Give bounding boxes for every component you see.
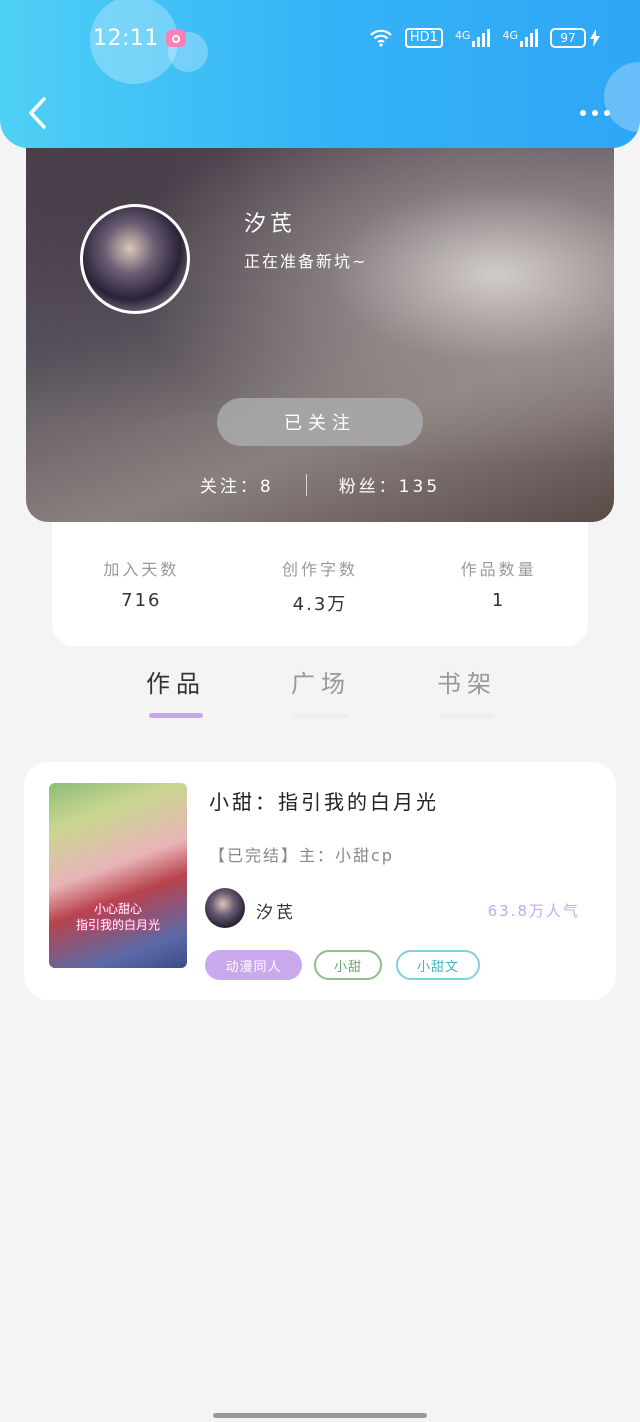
status-icons: HD1 4G 4G 97 [369, 28, 600, 48]
avatar[interactable] [80, 204, 190, 314]
tab-bar: 作品 广场 书架 [0, 664, 640, 734]
tab-underline [149, 713, 203, 718]
stat-value: 1 [491, 590, 506, 611]
followers-count[interactable]: 粉丝：135 [339, 472, 440, 497]
status-time: 12:11 [93, 26, 159, 51]
signal-label: 4G [454, 29, 471, 42]
more-dots-icon[interactable] [580, 110, 610, 116]
decor-bubble [604, 62, 640, 132]
stats-card: 加入天数 716 创作字数 4.3万 作品数量 1 [52, 520, 588, 646]
tab-label: 作品 [146, 670, 206, 698]
stat-value: 4.3万 [292, 594, 348, 615]
stat-label: 作品数量 [460, 560, 537, 579]
home-indicator[interactable] [213, 1413, 427, 1418]
stat-label: 创作字数 [281, 560, 358, 579]
work-cover-image[interactable]: 小心甜心 指引我的白月光 [49, 783, 187, 968]
following-count[interactable]: 关注：8 [200, 472, 274, 497]
stat-join-days: 加入天数 716 [103, 556, 179, 611]
tag-xiaotian-wen[interactable]: 小甜文 [396, 950, 480, 980]
divider [305, 473, 307, 496]
tab-label: 广场 [291, 670, 351, 698]
work-meta: 【已完结】主：小甜cp [209, 846, 394, 865]
stat-word-count: 创作字数 4.3万 [282, 556, 358, 616]
hd-indicator: HD1 [404, 28, 443, 48]
tag-xiaotian[interactable]: 小甜 [314, 950, 382, 980]
follow-button[interactable]: 已关注 [217, 398, 423, 446]
author-avatar[interactable] [205, 888, 245, 928]
signal-2: 4G [502, 29, 538, 47]
tab-square[interactable]: 广场 [281, 664, 361, 718]
user-bio: 正在准备新坑~ [244, 252, 368, 271]
signal-1: 4G [455, 29, 491, 47]
battery-icon: 97 [550, 28, 586, 48]
tab-works[interactable]: 作品 [136, 664, 216, 718]
work-card[interactable]: 小心甜心 指引我的白月光 小甜：指引我的白月光 【已完结】主：小甜cp 汐芪 6… [24, 762, 616, 1000]
popularity-count: 63.8万人气 [487, 902, 580, 920]
work-title[interactable]: 小甜：指引我的白月光 [209, 786, 439, 815]
wifi-icon [370, 29, 392, 47]
tab-underline [440, 713, 494, 718]
signal-label: 4G [502, 29, 518, 42]
author-name[interactable]: 汐芪 [256, 898, 296, 923]
signal-bars-icon [472, 29, 491, 47]
top-header: 12:11 HD1 4G 4G 97 [0, 0, 640, 148]
tab-underline [294, 713, 348, 718]
tag-anime-fanfic[interactable]: 动漫同人 [205, 950, 302, 980]
username: 汐芪 [244, 212, 297, 237]
charging-icon [590, 29, 600, 47]
cover-text: 小心甜心 指引我的白月光 [75, 902, 160, 932]
camera-notification-icon [166, 30, 186, 47]
profile-card: 汐芪 正在准备新坑~ 已关注 关注：8 粉丝：135 [26, 110, 614, 522]
follow-stats: 关注：8 粉丝：135 [26, 472, 614, 497]
tab-bookshelf[interactable]: 书架 [427, 664, 507, 718]
stat-value: 716 [121, 590, 162, 611]
chevron-left-icon[interactable] [24, 96, 54, 130]
signal-bars-icon [520, 29, 538, 47]
tab-label: 书架 [437, 670, 497, 698]
stat-label: 加入天数 [103, 560, 180, 579]
stat-work-count: 作品数量 1 [461, 556, 537, 611]
